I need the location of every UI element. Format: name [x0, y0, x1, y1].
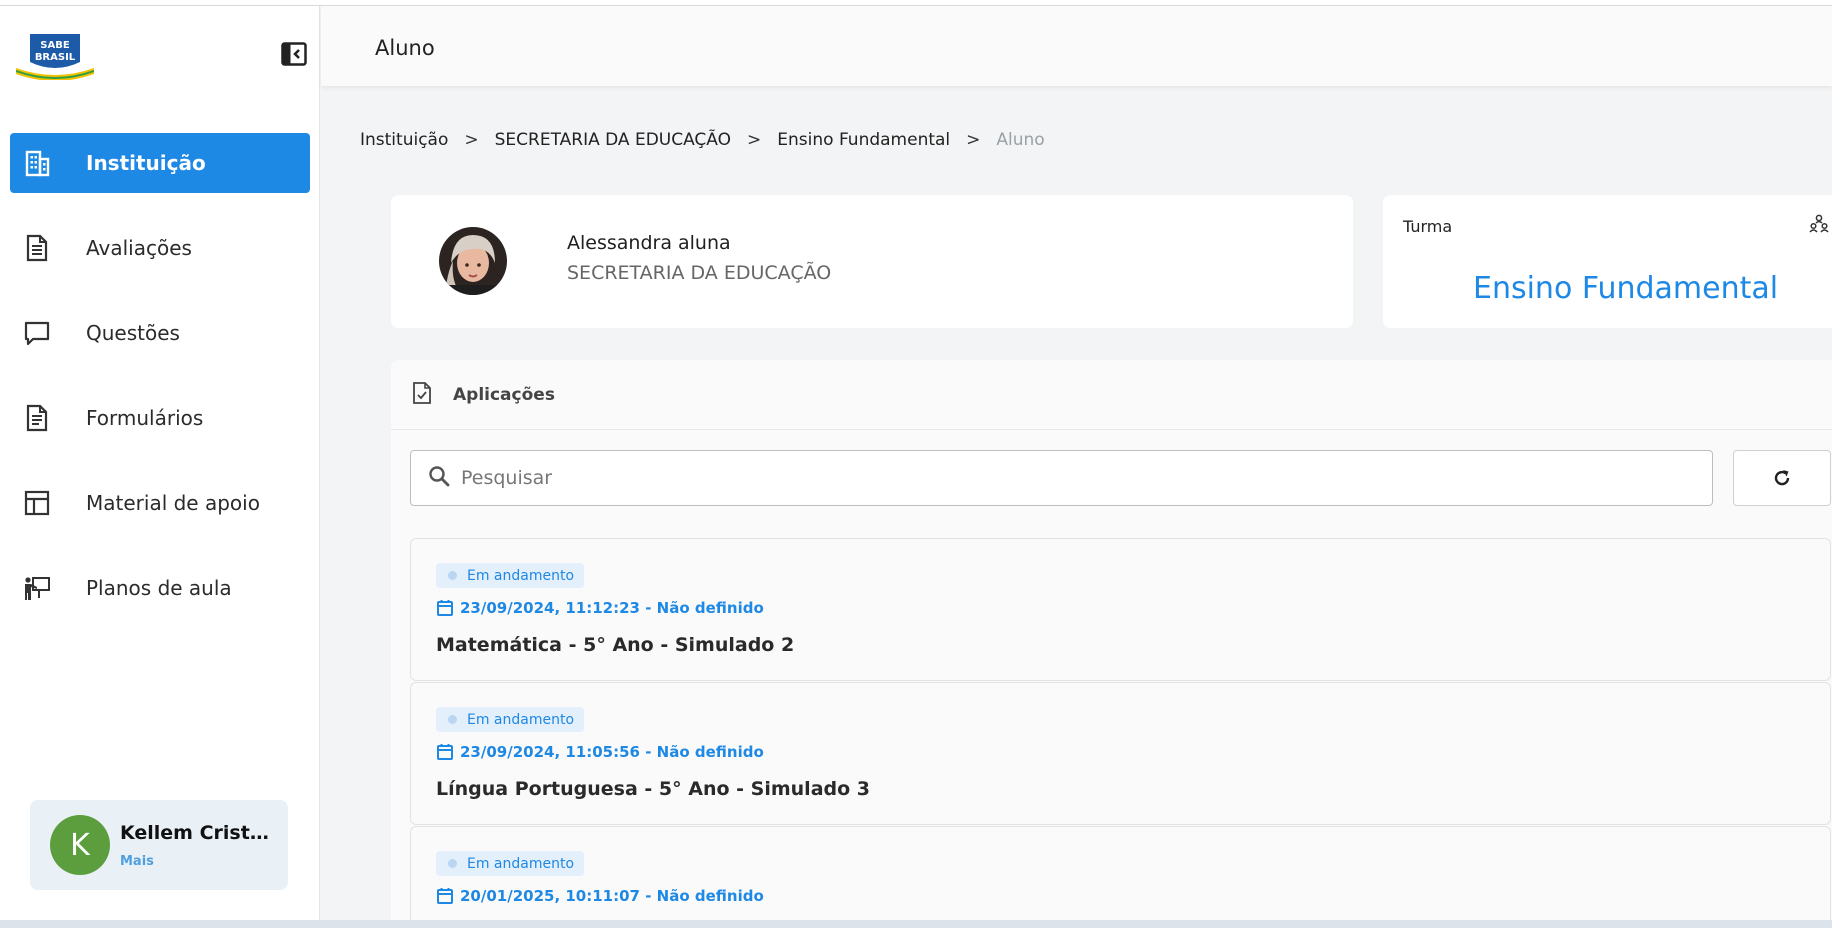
application-date-text: 23/09/2024, 11:12:23 - Não definido [460, 599, 764, 617]
application-date-text: 20/01/2025, 10:11:07 - Não definido [460, 887, 764, 905]
status-badge: Em andamento [436, 563, 585, 588]
svg-text:BRASIL: BRASIL [35, 52, 76, 63]
sidebar-item-material-de-apoio[interactable]: Material de apoio [10, 473, 310, 533]
sidebar-item-label: Formulários [86, 406, 204, 430]
status-badge: Em andamento [436, 707, 585, 732]
search-input[interactable] [461, 467, 1661, 489]
application-date: 23/09/2024, 11:12:23 - Não definido [436, 599, 764, 617]
user-card[interactable]: K Kellem Cristi... Mais [30, 800, 288, 890]
breadcrumb-separator: > [464, 130, 479, 150]
application-date: 23/09/2024, 11:05:56 - Não definido [436, 743, 764, 761]
sidebar-item-questoes[interactable]: Questões [10, 303, 310, 363]
sidebar-item-formularios[interactable]: Formulários [10, 388, 310, 448]
application-title: Língua Portuguesa - 5° Ano - Simulado 3 [436, 778, 871, 800]
search-icon [427, 464, 451, 492]
student-name: Alessandra aluna [567, 232, 731, 254]
sidebar-item-label: Material de apoio [86, 491, 260, 515]
applications-title: Aplicações [453, 384, 555, 405]
sidebar-item-label: Instituição [86, 151, 206, 175]
turma-label: Turma [1403, 217, 1453, 236]
application-item[interactable]: Em andamento 23/09/2024, 11:12:23 - Não … [410, 538, 1831, 681]
application-title: Matemática - 5° Ano - Simulado 2 [436, 634, 795, 656]
application-item[interactable]: Em andamento 23/09/2024, 11:05:56 - Não … [410, 682, 1831, 825]
student-institution: SECRETARIA DA EDUCAÇÃO [567, 262, 832, 284]
status-dot-icon [448, 859, 457, 868]
building-icon [22, 148, 52, 178]
page-title: Aluno [375, 36, 435, 60]
status-label: Em andamento [467, 855, 575, 872]
sidebar-item-avaliacoes[interactable]: Avaliações [10, 218, 310, 278]
svg-text:SABE: SABE [40, 40, 70, 51]
group-icon [1809, 213, 1829, 237]
taskbar-edge [0, 920, 1832, 928]
checklist-document-icon [411, 381, 433, 409]
breadcrumb-separator: > [966, 130, 981, 150]
breadcrumb-item-ensino[interactable]: Ensino Fundamental [777, 130, 950, 150]
status-dot-icon [448, 715, 457, 724]
sidebar-nav: Instituição Avaliações Questões Formulár… [10, 133, 310, 643]
sidebar-item-instituicao[interactable]: Instituição [10, 133, 310, 193]
refresh-button[interactable] [1733, 450, 1831, 506]
window-top-edge [0, 0, 1832, 6]
status-label: Em andamento [467, 567, 575, 584]
turma-value: Ensino Fundamental [1473, 271, 1779, 306]
avatar: K [50, 815, 110, 875]
sidebar-item-label: Planos de aula [86, 576, 232, 600]
calendar-icon [436, 743, 454, 761]
sidebar-item-planos-de-aula[interactable]: Planos de aula [10, 558, 310, 618]
user-name: Kellem Cristi... [120, 821, 270, 844]
turma-card: Turma Ensino Fundamental [1383, 195, 1832, 328]
breadcrumb: Instituição > SECRETARIA DA EDUCAÇÃO > E… [360, 130, 1045, 150]
top-header: Aluno [321, 6, 1832, 86]
student-profile-card: Alessandra aluna SECRETARIA DA EDUCAÇÃO [391, 195, 1353, 328]
application-date-text: 23/09/2024, 11:05:56 - Não definido [460, 743, 764, 761]
search-field[interactable] [410, 450, 1713, 506]
breadcrumb-item-instituicao[interactable]: Instituição [360, 130, 448, 150]
student-avatar [439, 227, 507, 295]
sidebar-item-label: Questões [86, 321, 180, 345]
sidebar-collapse-button[interactable] [280, 40, 308, 68]
layout-icon [22, 488, 52, 518]
teacher-board-icon [22, 573, 52, 603]
calendar-icon [436, 599, 454, 617]
breadcrumb-separator: > [747, 130, 762, 150]
form-icon [22, 403, 52, 433]
calendar-icon [436, 887, 454, 905]
application-date: 20/01/2025, 10:11:07 - Não definido [436, 887, 764, 905]
status-badge: Em andamento [436, 851, 585, 876]
refresh-icon [1774, 470, 1790, 486]
applications-panel: Aplicações Em andamento 23/09/2024, 11:1… [391, 360, 1832, 928]
status-label: Em andamento [467, 711, 575, 728]
user-more-link[interactable]: Mais [120, 854, 270, 869]
sidebar-collapse-icon [281, 42, 307, 66]
sidebar-item-label: Avaliações [86, 236, 192, 260]
status-dot-icon [448, 571, 457, 580]
application-item[interactable]: Em andamento 20/01/2025, 10:11:07 - Não … [410, 826, 1831, 928]
sabe-brasil-logo[interactable]: SABE BRASIL [14, 30, 96, 81]
document-icon [22, 233, 52, 263]
sidebar: SABE BRASIL Instituição Avaliações Quest… [0, 6, 320, 922]
breadcrumb-item-current: Aluno [996, 130, 1045, 150]
applications-header: Aplicações [391, 360, 1832, 430]
chat-bubble-icon [22, 318, 52, 348]
breadcrumb-item-secretaria[interactable]: SECRETARIA DA EDUCAÇÃO [495, 130, 731, 150]
